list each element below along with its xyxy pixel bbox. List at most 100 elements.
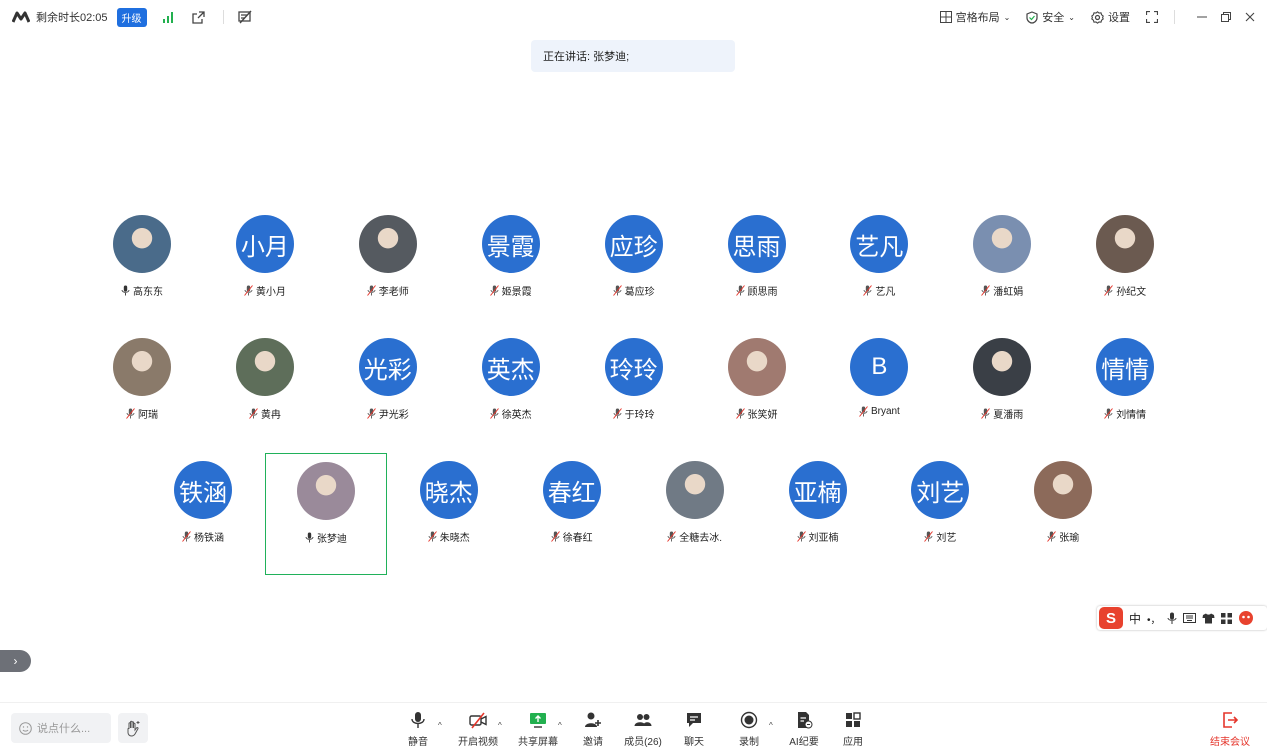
mic-off-icon xyxy=(859,406,868,417)
expand-panel-button[interactable]: › xyxy=(0,650,31,672)
ime-lang[interactable]: 中 xyxy=(1129,610,1141,627)
participant-tile[interactable]: 高东东 xyxy=(81,207,203,329)
close-icon[interactable] xyxy=(1245,12,1255,22)
mute-options-caret[interactable]: ^ xyxy=(438,721,442,730)
participant-tile[interactable]: 阿瑞 xyxy=(81,330,203,452)
participant-avatar: 刘艺 xyxy=(911,461,970,519)
participant-tile[interactable]: 张笑妍 xyxy=(696,330,818,452)
participant-name: 艺凡 xyxy=(875,287,896,298)
remaining-time: 剩余时长02:05 xyxy=(36,12,108,24)
no-record-icon[interactable] xyxy=(238,9,254,25)
participant-tile[interactable]: 张梦迪 xyxy=(264,453,387,575)
participant-avatar-photo xyxy=(1096,215,1155,273)
participant-name-row: 刘情情 xyxy=(1104,406,1146,421)
record-button[interactable]: 录制 xyxy=(723,711,775,751)
ime-punct[interactable]: •， xyxy=(1147,611,1161,626)
ime-mic-icon[interactable] xyxy=(1167,612,1177,625)
mic-off-icon xyxy=(366,285,376,296)
participant-name-row: 阿瑞 xyxy=(126,406,158,421)
participant-tile[interactable]: 亚楠 刘亚楠 xyxy=(757,453,879,575)
start-video-button[interactable]: 开启视频 xyxy=(452,711,504,751)
record-options-caret[interactable]: ^ xyxy=(769,721,773,730)
shield-icon xyxy=(1026,10,1038,24)
participant-avatar: B xyxy=(850,338,909,396)
participant-tile[interactable]: 李老师 xyxy=(327,207,449,329)
share-link-icon[interactable] xyxy=(191,9,207,25)
participant-tile[interactable]: 铁涵 杨铁涵 xyxy=(142,453,264,575)
skin-icon[interactable] xyxy=(1202,613,1215,624)
participant-tile[interactable]: 情情 刘情情 xyxy=(1064,330,1186,452)
settings-label: 设置 xyxy=(1108,12,1130,24)
emoji-icon[interactable] xyxy=(19,721,32,735)
restore-icon[interactable] xyxy=(1221,12,1231,22)
participant-tile[interactable]: 潘虹娟 xyxy=(941,207,1063,329)
participant-tile[interactable]: 春红 徐春红 xyxy=(511,453,633,575)
record-icon xyxy=(740,711,758,729)
security-menu[interactable]: 安全 ⌄ xyxy=(1026,9,1075,25)
upgrade-button[interactable]: 升级 xyxy=(116,7,147,27)
apps-button[interactable]: 应用 xyxy=(827,711,879,751)
mic-off-icon xyxy=(981,408,991,419)
layout-menu[interactable]: 宫格布局 ⌄ xyxy=(939,9,1010,25)
end-meeting-button[interactable]: 结束会议 xyxy=(1204,711,1256,751)
signal-icon[interactable] xyxy=(161,9,177,25)
participant-tile[interactable]: 张瑜 xyxy=(1002,453,1124,575)
participant-tile[interactable]: 艺凡 艺凡 xyxy=(818,207,940,329)
participant-tile[interactable]: 应珍 葛应珍 xyxy=(573,207,695,329)
participant-tile[interactable]: 刘艺 刘艺 xyxy=(879,453,1001,575)
participant-tile[interactable]: 小月 黄小月 xyxy=(204,207,326,329)
window-controls xyxy=(1197,12,1255,22)
fullscreen-icon[interactable] xyxy=(1146,11,1158,23)
sogou-logo-icon[interactable]: S xyxy=(1099,607,1123,629)
ai-minutes-button[interactable]: AI纪要 xyxy=(778,711,830,751)
raise-hand-button[interactable] xyxy=(118,713,148,743)
participant-avatar-photo xyxy=(973,215,1032,273)
participant-tile[interactable]: 英杰 徐英杰 xyxy=(450,330,572,452)
participant-avatar-photo xyxy=(727,338,786,396)
share-options-caret[interactable]: ^ xyxy=(558,721,562,730)
participant-avatar-photo xyxy=(113,338,171,396)
members-button[interactable]: 成员(26) xyxy=(617,711,669,751)
share-screen-button[interactable]: 共享屏幕 xyxy=(512,711,564,751)
participant-tile[interactable]: B Bryant xyxy=(818,330,940,452)
participant-avatar: 艺凡 xyxy=(850,215,909,273)
participant-avatar: 春红 xyxy=(542,461,601,519)
participant-name-row: 夏潘雨 xyxy=(981,406,1023,421)
participant-avatar-photo xyxy=(1034,461,1093,519)
participant-tile[interactable]: 黄冉 xyxy=(204,330,326,452)
settings-button[interactable]: 设置 xyxy=(1091,9,1130,25)
participant-tile[interactable]: 景霞 姬景霞 xyxy=(450,207,572,329)
mic-off-icon xyxy=(735,408,745,419)
participant-name-row: 刘亚楠 xyxy=(796,529,839,544)
participant-name: 孙纪文 xyxy=(1116,287,1147,298)
participant-name: 朱晓杰 xyxy=(439,533,470,544)
participant-tile[interactable]: 孙纪文 xyxy=(1064,207,1186,329)
chat-button[interactable]: 聊天 xyxy=(668,711,720,751)
participant-tile[interactable]: 光彩 尹光彩 xyxy=(327,330,449,452)
participant-avatar: 亚楠 xyxy=(788,461,847,519)
participant-tile[interactable]: 玲玲 于玲玲 xyxy=(573,330,695,452)
speaking-indicator: 正在讲话: 张梦迪; xyxy=(531,40,735,72)
top-left-group: 剩余时长02:05 升级 xyxy=(12,0,254,34)
ime-mascot-icon[interactable] xyxy=(1238,610,1254,626)
invite-button[interactable]: 邀请 xyxy=(567,711,619,751)
video-options-caret[interactable]: ^ xyxy=(498,721,502,730)
apps-label: 应用 xyxy=(843,737,863,748)
chevron-right-icon: › xyxy=(13,654,18,668)
participant-tile[interactable]: 思雨 顾思雨 xyxy=(696,207,818,329)
participant-tile[interactable]: 夏潘雨 xyxy=(941,330,1063,452)
mute-button[interactable]: 静音 xyxy=(392,711,444,751)
mic-off-icon xyxy=(489,285,499,296)
participant-avatar: 应珍 xyxy=(604,215,663,273)
participant-name: 夏潘雨 xyxy=(993,410,1024,421)
participant-tile[interactable]: 晓杰 朱晓杰 xyxy=(388,453,510,575)
mic-off-icon xyxy=(366,408,376,419)
keyboard-icon[interactable] xyxy=(1182,613,1196,623)
minimize-icon[interactable] xyxy=(1197,12,1207,22)
toolbox-icon[interactable] xyxy=(1220,612,1232,624)
participant-name-row: 徐英杰 xyxy=(489,406,532,421)
participant-tile[interactable]: 全糖去冰. xyxy=(634,453,756,575)
quick-chat-input[interactable]: 说点什么... xyxy=(11,713,111,743)
participant-name: 张瑜 xyxy=(1059,533,1080,544)
participant-avatar-photo xyxy=(296,462,355,520)
